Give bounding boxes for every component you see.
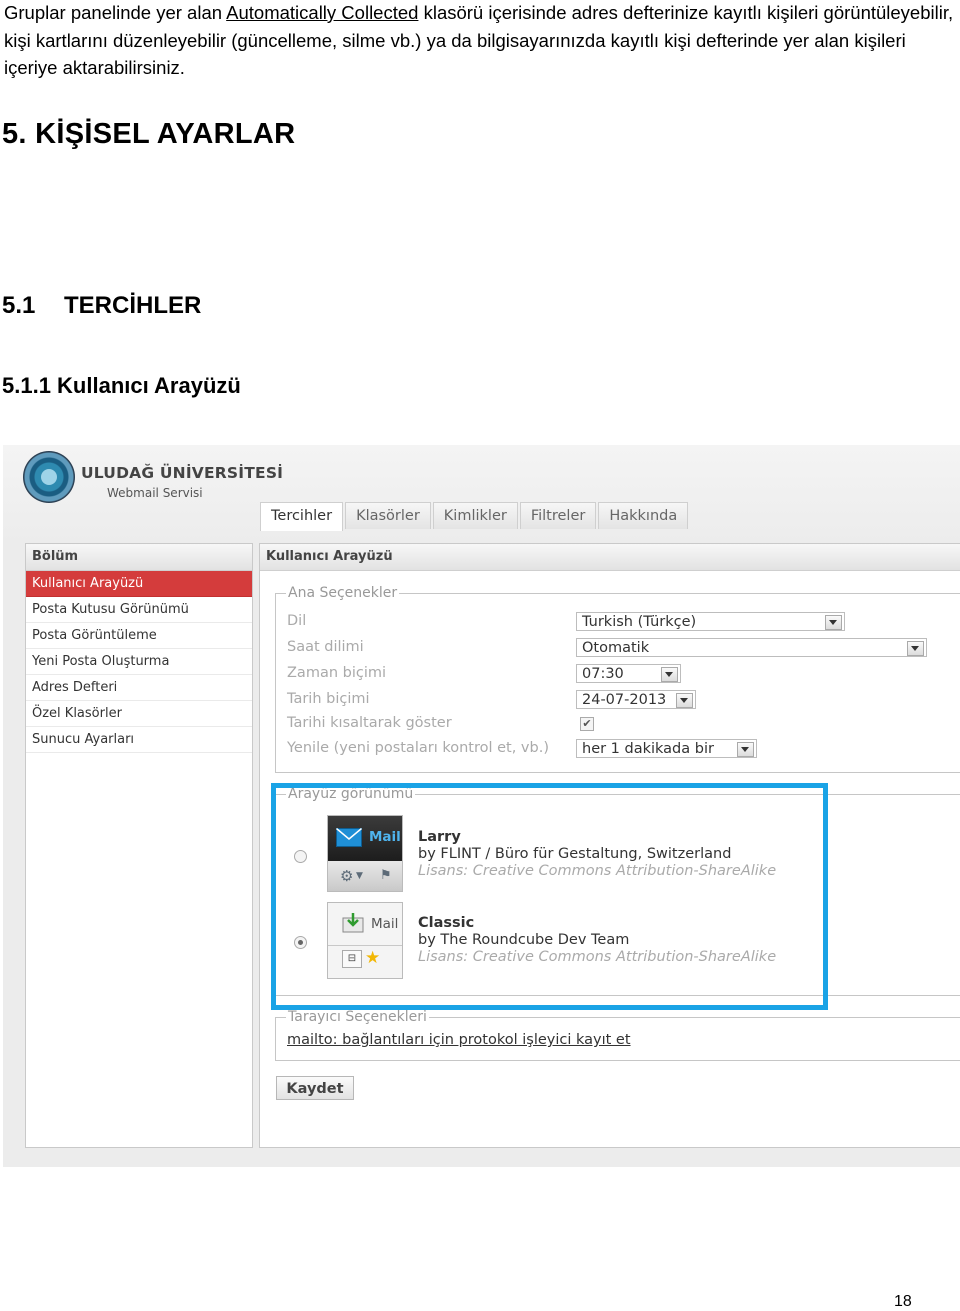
time-format-select[interactable]: 07:30 (576, 664, 681, 683)
sidebar-item-user-interface[interactable]: Kullanıcı Arayüzü (26, 571, 252, 597)
tab-tercihler[interactable]: Tercihler (260, 502, 344, 531)
subsection-number: 5.1 (2, 292, 36, 319)
chevron-down-icon (825, 615, 842, 630)
tab-klasorler[interactable]: Klasörler (345, 502, 431, 529)
refresh-value: her 1 dakikada bir (582, 741, 714, 757)
date-format-label: Tarih biçimi (287, 691, 370, 707)
tab-filtreler[interactable]: Filtreler (519, 502, 597, 529)
subsection-label: TERCİHLER (64, 292, 202, 319)
refresh-label: Yenile (yeni postaları kontrol et, vb.) (287, 740, 549, 756)
sidebar-item-compose[interactable]: Yeni Posta Oluşturma (26, 649, 252, 675)
section-title: 5. KİŞİSEL AYARLAR (2, 118, 296, 150)
skin-highlight-frame (271, 783, 828, 1010)
subsection-title: 5.1 TERCİHLER (2, 292, 201, 320)
chevron-down-icon (676, 693, 693, 708)
logo-center (41, 469, 57, 485)
language-select[interactable]: Turkish (Türkçe) (576, 612, 845, 631)
browser-options-legend: Tarayıcı Seçenekleri (288, 1009, 427, 1025)
subsubsection-title: 5.1.1 Kullanıcı Arayüzü (2, 373, 241, 398)
sidebar-item-mailbox-view[interactable]: Posta Kutusu Görünümü (26, 597, 252, 623)
pretty-date-label: Tarihi kısaltarak göster (287, 715, 452, 731)
section-sidebar: Bölüm Kullanıcı Arayüzü Posta Kutusu Gör… (25, 543, 253, 1148)
sidebar-item-server-settings[interactable]: Sunucu Ayarları (26, 727, 252, 753)
save-button[interactable]: Kaydet (276, 1076, 354, 1100)
language-value: Turkish (Türkçe) (582, 614, 697, 630)
preferences-tabs: Tercihler Klasörler Kimlikler Filtreler … (260, 502, 690, 531)
main-options-legend: Ana Seçenekler (288, 585, 398, 601)
protocol-handler-link[interactable]: mailto: bağlantıları için protokol işley… (287, 1032, 631, 1048)
date-format-select[interactable]: 24-07-2013 (576, 690, 696, 709)
sidebar-item-addressbook[interactable]: Adres Defteri (26, 675, 252, 701)
sidebar-heading: Bölüm (26, 544, 252, 571)
timezone-value: Otomatik (582, 640, 650, 656)
tab-kimlikler[interactable]: Kimlikler (432, 502, 518, 529)
time-format-label: Zaman biçimi (287, 665, 387, 681)
timezone-label: Saat dilimi (287, 639, 364, 655)
university-logo-icon (23, 451, 75, 503)
university-name: ULUDAĞ ÜNİVERSİTESİ (81, 464, 284, 482)
refresh-select[interactable]: her 1 dakikada bir (576, 739, 757, 758)
timezone-select[interactable]: Otomatik (576, 638, 927, 657)
webmail-screenshot: ULUDAĞ ÜNİVERSİTESİ Webmail Servisi Terc… (3, 445, 960, 1167)
tab-hakkinda[interactable]: Hakkında (598, 502, 689, 529)
page-number: 18 (894, 1293, 912, 1310)
chevron-down-icon (661, 667, 678, 682)
date-format-value: 24-07-2013 (582, 692, 667, 708)
service-name: Webmail Servisi (107, 486, 203, 500)
time-format-value: 07:30 (582, 666, 624, 682)
automatically-collected-link[interactable]: Automatically Collected (226, 2, 418, 23)
language-label: Dil (287, 613, 307, 629)
intro-before: Gruplar panelinde yer alan (4, 2, 227, 23)
panel-heading: Kullanıcı Arayüzü (260, 544, 960, 571)
intro-paragraph: Gruplar panelinde yer alan Automatically… (4, 0, 954, 82)
pretty-date-checkbox[interactable]: ✔ (580, 717, 594, 731)
sidebar-item-message-view[interactable]: Posta Görüntüleme (26, 623, 252, 649)
chevron-down-icon (737, 742, 754, 757)
sidebar-item-special-folders[interactable]: Özel Klasörler (26, 701, 252, 727)
chevron-down-icon (907, 641, 924, 656)
